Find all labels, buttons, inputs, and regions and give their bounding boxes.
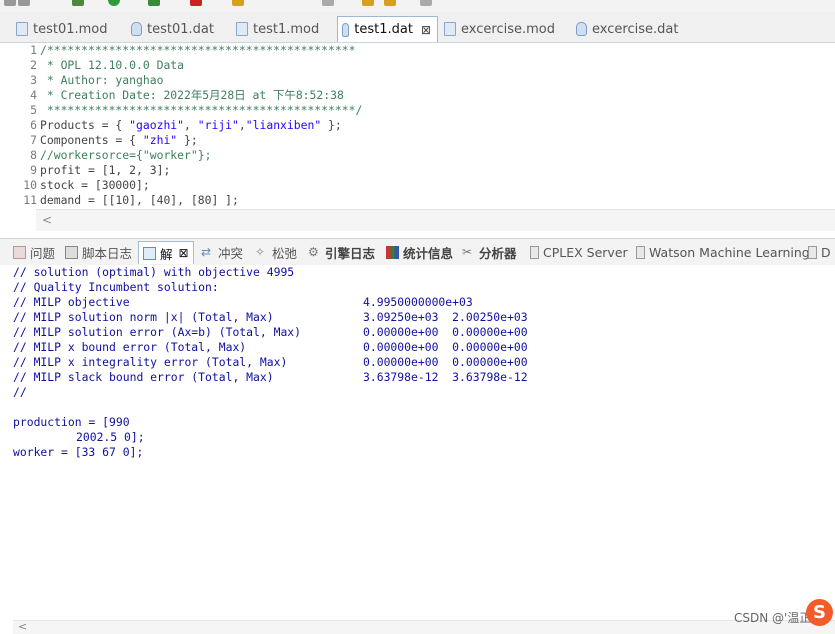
tab-test01-dat[interactable]: test01.dat — [131, 18, 214, 40]
tab-solution[interactable]: 解 ⊠ — [138, 241, 194, 264]
output-value: 3.63798e-12 3.63798e-12 — [363, 370, 528, 384]
tab-problems[interactable]: 问题 — [13, 242, 55, 262]
toolbar-icon[interactable] — [384, 0, 396, 6]
mod-file-icon — [444, 22, 456, 36]
script-log-icon — [65, 245, 78, 259]
tab-watson-ml[interactable]: Watson Machine Learning — [636, 242, 810, 262]
mod-file-icon — [236, 22, 248, 36]
toolbar-icon[interactable] — [232, 0, 244, 6]
tab-cplex-server[interactable]: CPLEX Server — [530, 242, 628, 262]
tab-label: excercise.mod — [461, 21, 555, 37]
dat-file-icon — [576, 22, 587, 36]
engine-log-icon: ⚙ — [308, 244, 319, 259]
output-value: 3.09250e+03 2.00250e+03 — [363, 310, 528, 324]
output-line: // solution (optimal) with objective 499… — [13, 265, 295, 279]
cplex-server-icon — [530, 245, 539, 259]
tab-label: test01.dat — [147, 21, 214, 37]
top-toolbar — [0, 0, 835, 12]
output-line: // MILP x integrality error (Total, Max) — [13, 355, 288, 369]
editor-tab-bar: test01.mod test01.dat test1.mod test1.da… — [0, 12, 835, 43]
watson-icon — [636, 245, 645, 259]
toolbar-icon[interactable] — [420, 0, 432, 6]
output-line: // — [13, 385, 27, 399]
code-line: 8//workersorce={"worker"}; — [30, 148, 212, 162]
result-production-cont: 2002.5 0]; — [76, 430, 145, 444]
code-line: 2 * OPL 12.10.0.0 Data — [30, 58, 185, 72]
tab-label: test01.mod — [33, 21, 108, 37]
tab-label: excercise.dat — [592, 21, 679, 37]
statistics-icon — [386, 245, 399, 259]
scroll-left-icon[interactable]: < — [18, 620, 27, 633]
tab-more[interactable]: D — [808, 242, 831, 262]
dat-file-icon — [131, 22, 142, 36]
toolbar-icon[interactable] — [148, 0, 160, 6]
result-worker: worker = [33 67 0]; — [13, 445, 144, 459]
tab-test1-dat[interactable]: test1.dat ⊠ — [337, 16, 438, 42]
conflicts-icon: ⇄ — [201, 244, 212, 259]
problems-icon — [13, 245, 26, 259]
editor-horizontal-scrollbar[interactable]: < — [36, 209, 835, 231]
tab-relaxation[interactable]: ✧ 松弛 — [255, 242, 297, 262]
csdn-watermark: CSDN @'温正 — [734, 611, 812, 625]
code-line: 7 Components = { "zhi" }; — [30, 133, 198, 147]
csdn-logo-icon: S — [806, 599, 833, 626]
code-line: 11 demand = [[10], [40], [80] ]; — [23, 193, 239, 207]
tab-excercise-dat[interactable]: excercise.dat — [576, 18, 678, 40]
output-line: // MILP x bound error (Total, Max) — [13, 340, 247, 354]
output-horizontal-scrollbar[interactable]: < — [13, 620, 835, 634]
tab-statistics[interactable]: 统计信息 — [386, 242, 453, 262]
panel-tab-bar: 问题 脚本日志 解 ⊠ ⇄ 冲突 ✧ 松弛 ⚙ 引擎日志 统计信息 ✂ 分析器 … — [0, 238, 835, 266]
code-line: 10 stock = [30000]; — [23, 178, 150, 192]
more-icon — [808, 245, 817, 259]
tab-script-log[interactable]: 脚本日志 — [65, 242, 132, 262]
run-icon[interactable] — [108, 0, 120, 6]
toolbar-icon[interactable] — [72, 0, 84, 6]
tab-label: test1.mod — [253, 21, 320, 37]
toolbar-icon[interactable] — [322, 0, 334, 6]
code-line: 1/**************************************… — [30, 43, 356, 57]
scroll-left-icon[interactable]: < — [42, 213, 52, 227]
tab-excercise-mod[interactable]: excercise.mod — [444, 18, 555, 40]
output-line: // MILP solution error (Ax=b) (Total, Ma… — [13, 325, 302, 339]
output-line: // MILP objective — [13, 295, 130, 309]
output-value: 4.9950000000e+03 — [363, 295, 473, 309]
code-line: 4 * Creation Date: 2022年5月28日 at 下午8:52:… — [30, 88, 344, 102]
code-editor[interactable]: 1/**************************************… — [0, 43, 835, 209]
code-line: 5 **************************************… — [30, 103, 363, 117]
code-line: 3 * Author: yanghao — [30, 73, 164, 87]
close-icon[interactable]: ⊠ — [179, 246, 189, 260]
result-production: production = [990 — [13, 415, 130, 429]
close-icon[interactable]: ⊠ — [421, 23, 431, 37]
mod-file-icon — [16, 22, 28, 36]
toolbar-icon[interactable] — [18, 0, 30, 6]
tab-conflicts[interactable]: ⇄ 冲突 — [201, 242, 243, 262]
toolbar-icon[interactable] — [4, 0, 16, 6]
output-value: 0.00000e+00 0.00000e+00 — [363, 340, 528, 354]
tab-label: test1.dat — [354, 22, 413, 37]
tab-test1-mod[interactable]: test1.mod — [236, 18, 319, 40]
output-line: // Quality Incumbent solution: — [13, 280, 219, 294]
output-line: // MILP slack bound error (Total, Max) — [13, 370, 274, 384]
output-value: 0.00000e+00 0.00000e+00 — [363, 355, 528, 369]
dat-file-icon — [342, 22, 350, 37]
profiler-icon: ✂ — [462, 244, 473, 259]
tab-profiler[interactable]: ✂ 分析器 — [462, 242, 517, 262]
output-value: 0.00000e+00 0.00000e+00 — [363, 325, 528, 339]
toolbar-icon[interactable] — [362, 0, 374, 6]
code-line: 9 profit = [1, 2, 3]; — [30, 163, 171, 177]
tab-test01-mod[interactable]: test01.mod — [16, 18, 108, 40]
toolbar-icon[interactable] — [190, 0, 202, 6]
relaxation-icon: ✧ — [255, 244, 266, 259]
code-line: 6 Products = { "gaozhi", "riji","lianxibe… — [30, 118, 342, 132]
output-line: // MILP solution norm |x| (Total, Max) — [13, 310, 274, 324]
tab-engine-log[interactable]: ⚙ 引擎日志 — [308, 242, 375, 262]
solution-output[interactable]: // solution (optimal) with objective 499… — [0, 265, 835, 620]
solution-icon — [143, 246, 156, 260]
